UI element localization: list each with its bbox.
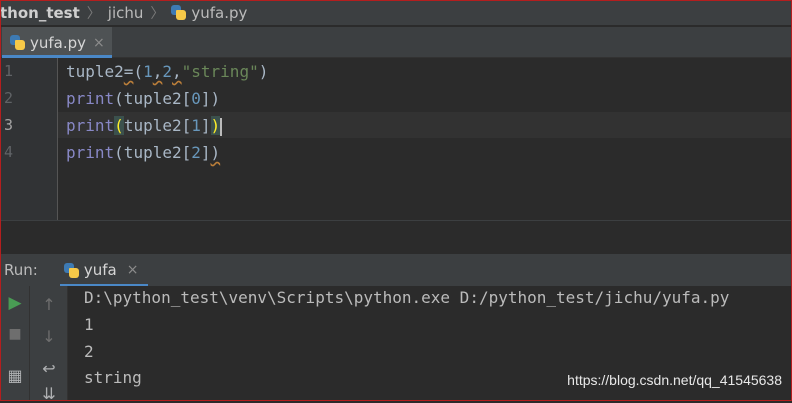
code-line[interactable]: print(tuple2[1]) [66,116,223,136]
python-file-icon [171,5,187,20]
console-actions-toolbar: ↑ ↓ ↩ ⇊ [30,286,68,403]
rerun-icon[interactable]: ▶ [6,293,24,313]
python-run-icon [63,262,79,278]
breadcrumb-separator: 〉 [150,5,165,22]
code-token: print [66,143,115,162]
code-editor[interactable]: 1 2 3 4 tuple2=(1,2,"string") print(tupl… [0,58,792,220]
code-token: , [172,62,182,81]
close-icon[interactable]: × [127,262,139,278]
console-line: D:\python_test\venv\Scripts\python.exe D… [84,288,730,307]
line-number: 3 [4,116,14,134]
stop-icon[interactable]: ■ [6,325,24,343]
run-actions-toolbar: ▶ ■ ▦ [0,286,30,401]
breadcrumb-item-folder[interactable]: jichu [108,4,144,22]
breadcrumb-file-label: yufa.py [191,3,248,22]
code-token: = [123,62,134,81]
soft-wrap-icon[interactable]: ↩ [40,358,58,378]
code-token: ) [258,62,269,81]
python-file-icon [10,35,25,50]
code-token: (tuple2[ [114,89,192,108]
run-tab-label: yufa [83,261,117,279]
code-token: ) [210,143,221,162]
text-caret [220,117,223,136]
breadcrumb-separator: 〉 [86,5,101,22]
code-token: tuple2 [66,62,124,81]
code-token: ) [210,116,221,135]
code-token: ] [200,143,211,162]
code-token: ( [114,116,124,135]
tab-label: yufa.py [30,33,87,52]
code-token: , [152,62,163,81]
code-token: (tuple2[ [114,143,192,162]
console-line: 1 [84,315,94,334]
up-arrow-icon[interactable]: ↑ [40,294,58,314]
code-line[interactable]: print(tuple2[0]) [66,89,220,108]
run-tab-yufa[interactable]: yufa × [59,254,148,286]
watermark-text: https://blog.csdn.net/qq_41545638 [567,372,782,388]
code-token: ] [200,116,211,135]
code-token: 0 [191,89,201,108]
code-token: "string" [181,62,259,81]
line-number: 1 [4,62,14,80]
code-line[interactable]: print(tuple2[2]) [66,143,220,162]
code-token: 2 [191,143,201,162]
close-icon[interactable]: × [93,35,105,51]
layout-icon[interactable]: ▦ [6,366,24,385]
line-number-gutter: 1 2 3 4 [0,58,58,220]
breadcrumb: thon_test 〉 jichu 〉 yufa.py [0,0,792,26]
console-line: string [84,368,142,387]
code-line[interactable]: tuple2=(1,2,"string") [66,62,268,81]
panel-splitter[interactable] [0,220,792,254]
console-line: 2 [84,342,94,361]
code-token: ( [133,62,144,81]
scroll-to-end-icon[interactable]: ⇊ [40,384,58,403]
code-token: print [66,89,115,108]
run-toolbar-header: Run: yufa × [0,254,792,286]
code-token: 1 [191,116,201,135]
code-token: ]) [200,89,221,108]
run-label: Run: [4,261,38,279]
code-token: print [66,116,115,135]
down-arrow-icon[interactable]: ↓ [40,326,58,346]
line-number: 4 [4,143,14,161]
editor-tab-bar: yufa.py × [0,27,792,58]
code-token: 1 [143,62,153,81]
code-token: 2 [162,62,172,81]
breadcrumb-item-file[interactable]: yufa.py [171,4,247,22]
tab-yufa-py[interactable]: yufa.py × [2,27,112,58]
code-token: tuple2[ [123,116,192,135]
line-number: 2 [4,89,14,107]
breadcrumb-item-project[interactable]: thon_test [0,4,80,22]
